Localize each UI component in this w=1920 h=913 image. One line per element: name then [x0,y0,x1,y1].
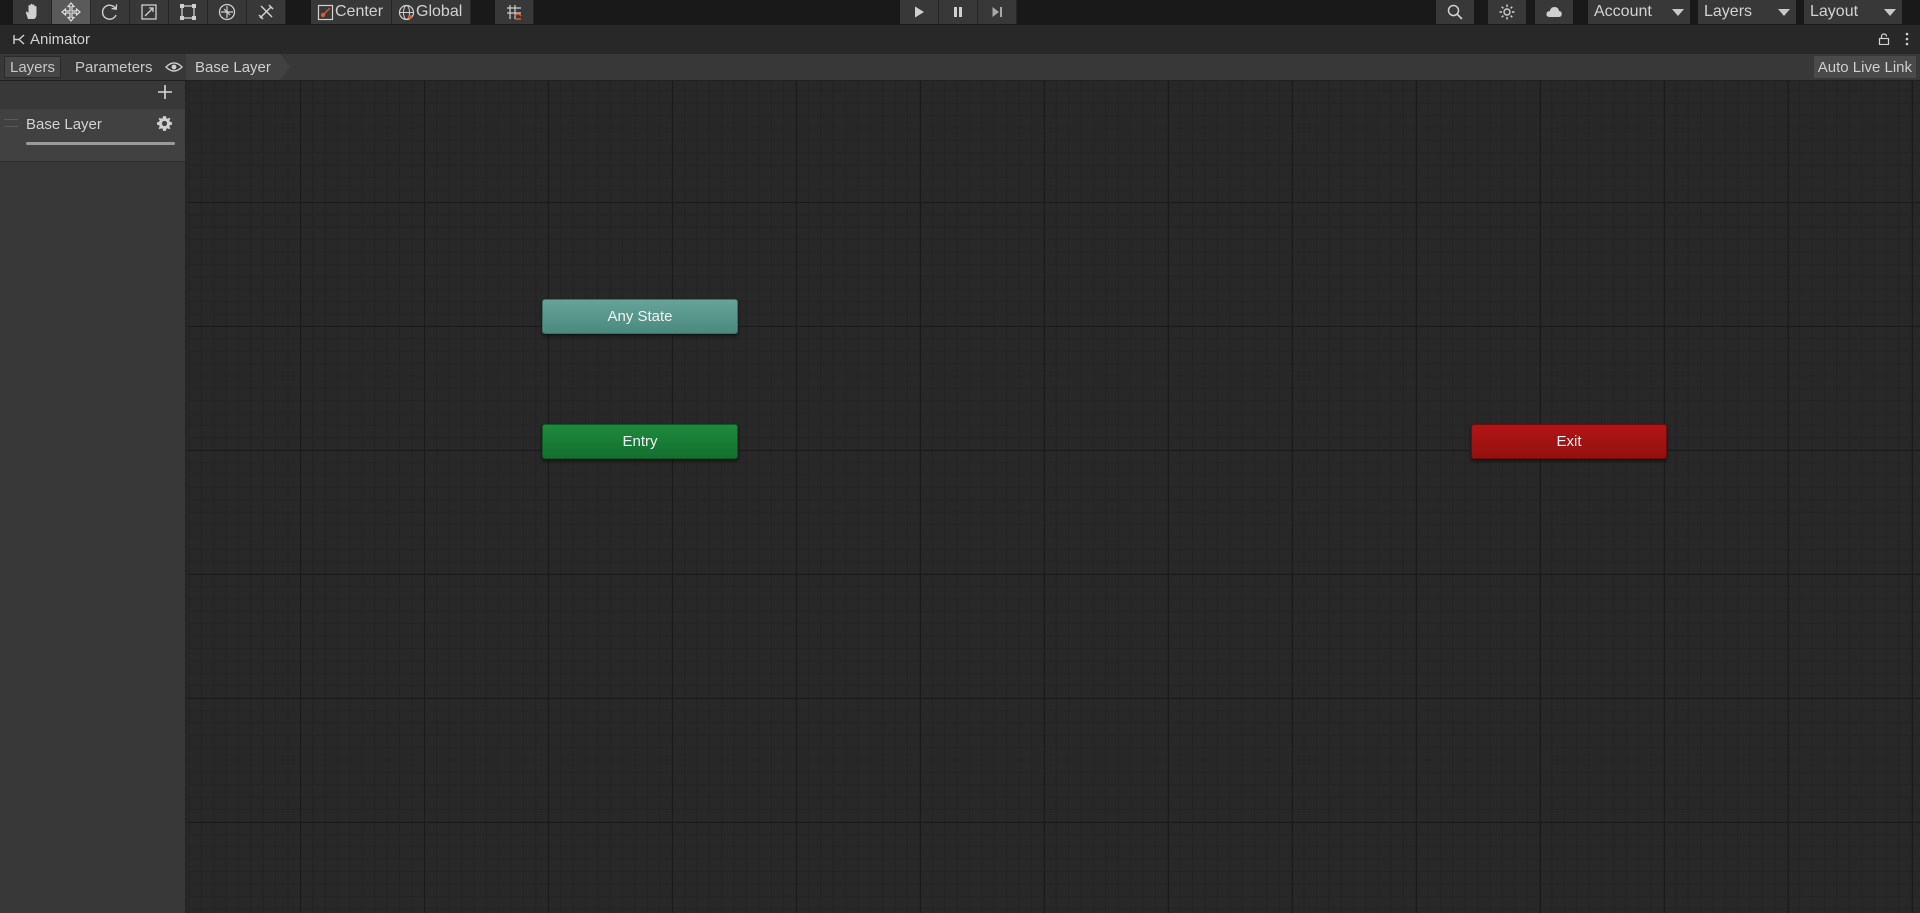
snap-group [495,0,534,24]
tab-parameters-label: Parameters [75,58,153,76]
search-button[interactable] [1436,0,1474,24]
breadcrumb-arrow-icon [279,54,290,80]
transform-tools [13,0,286,24]
tab-layers-label: Layers [10,58,56,76]
kebab-menu-icon[interactable] [1901,32,1913,46]
layer-item[interactable]: Base Layer [0,109,185,162]
layer-weight-slider[interactable] [26,142,175,145]
main-toolbar: Center Global Account Layers Layout [0,0,1920,25]
layers-label: Layers [1704,3,1753,20]
pivot-mode-label: Center [335,3,384,20]
auto-live-link-button[interactable]: Auto Live Link [1813,56,1916,78]
pivot-mode-button[interactable]: Center [311,0,393,24]
rect-transform-icon [180,4,196,20]
chevron-down-icon [1778,9,1790,16]
animator-header: Layers Parameters Base Layer Auto Live L… [0,54,1920,81]
layout-dropdown[interactable]: Layout [1804,0,1902,24]
cloud-button[interactable] [1535,0,1573,24]
hand-icon [25,3,37,19]
pause-button[interactable] [939,0,978,24]
layers-panel: Base Layer [0,81,186,913]
collab-button[interactable] [1488,0,1526,24]
pause-icon [954,7,962,17]
account-dropdown[interactable]: Account [1588,0,1690,24]
exit-node[interactable]: Exit [1471,424,1667,459]
exit-label: Exit [1556,433,1582,450]
tab-layers[interactable]: Layers [4,56,62,78]
pivot-group: Center Global [311,0,472,24]
move-icon [61,2,81,22]
animator-icon [13,34,25,45]
grid-snap-button[interactable] [495,0,534,24]
scale-tool-button[interactable] [130,0,169,24]
step-icon [992,7,1002,17]
breadcrumb: Base Layer [186,54,290,80]
play-button[interactable] [900,0,939,24]
eye-icon [165,62,183,72]
entry-label: Entry [622,433,658,450]
gear-icon[interactable] [156,115,173,132]
move-tool-button[interactable] [52,0,91,24]
playback-controls [900,0,1017,24]
account-label: Account [1594,3,1652,20]
pivot-rotation-label: Global [416,3,463,20]
eye-toggle-button[interactable] [162,56,186,78]
chevron-down-icon [1884,9,1896,16]
grid-snap-icon [507,5,522,20]
breadcrumb-base-layer[interactable]: Base Layer [186,54,280,80]
search-icon [1447,4,1463,20]
layout-label: Layout [1810,3,1859,20]
tab-parameters[interactable]: Parameters [70,56,158,78]
rotate-tool-button[interactable] [91,0,130,24]
rotate-icon [101,4,118,20]
tools-icon [258,4,274,20]
layers-dropdown[interactable]: Layers [1698,0,1796,24]
play-icon [915,6,924,18]
drag-handle-icon[interactable] [4,119,18,127]
transform-tool-button[interactable] [208,0,247,24]
animator-window-tab[interactable]: Animator [12,31,90,48]
step-button[interactable] [978,0,1017,24]
scale-icon [141,4,157,20]
custom-tool-button[interactable] [247,0,286,24]
pivot-center-icon [317,4,334,20]
chevron-down-icon [1672,9,1684,16]
window-title: Animator [30,31,91,48]
layer-name: Base Layer [26,116,102,133]
any-state-label: Any State [607,308,673,325]
state-machine-graph[interactable]: Any State Entry Exit [187,81,1920,913]
pivot-rotation-button[interactable]: Global [392,0,472,24]
hand-tool-button[interactable] [13,0,52,24]
auto-live-link-label: Auto Live Link [1817,58,1912,76]
collab-icon [1499,4,1515,20]
cloud-icon [1546,7,1562,17]
transform-icon [218,3,236,21]
any-state-node[interactable]: Any State [542,299,738,334]
entry-node[interactable]: Entry [542,424,738,459]
rect-tool-button[interactable] [169,0,208,24]
lock-icon[interactable] [1878,33,1890,45]
globe-icon [398,4,415,20]
add-layer-icon[interactable] [156,83,174,101]
breadcrumb-label: Base Layer [195,58,271,76]
window-tab-bar: Animator [0,25,1920,54]
